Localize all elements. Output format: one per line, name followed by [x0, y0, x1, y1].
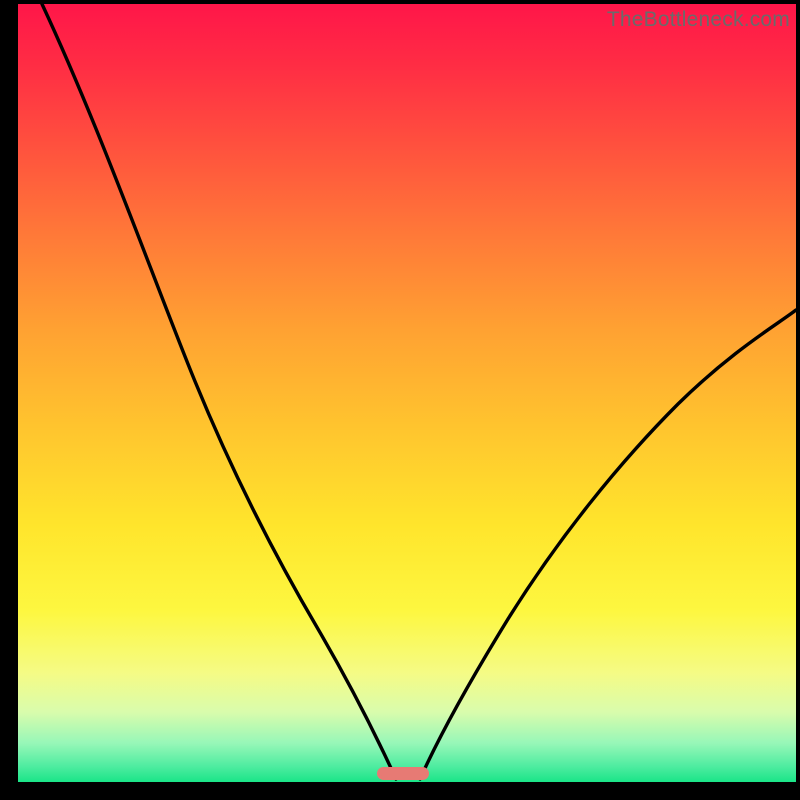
optimum-marker — [377, 767, 429, 780]
watermark-text: TheBottleneck.com — [607, 8, 790, 32]
left-curve — [42, 4, 396, 779]
curve-layer — [18, 4, 796, 782]
plot-area — [18, 4, 796, 782]
right-curve — [420, 310, 796, 779]
